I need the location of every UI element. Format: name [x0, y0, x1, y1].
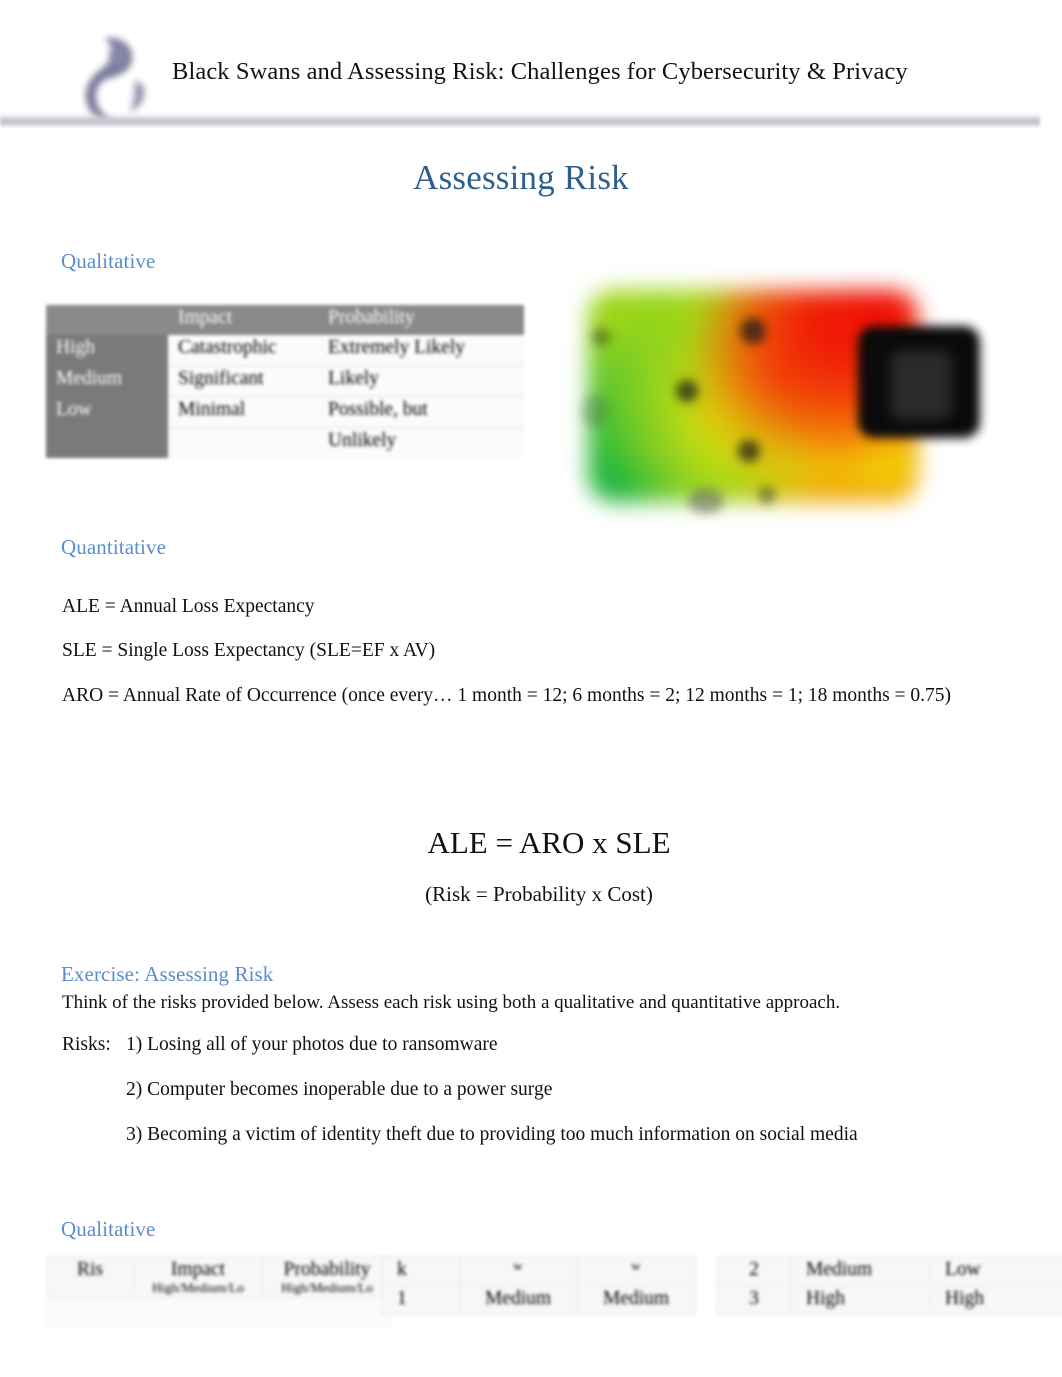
heatmap-data-point: [740, 318, 766, 344]
heatmap-black-block-inner: [890, 350, 952, 420]
heatmap-data-point: [758, 486, 776, 504]
cell-level: [46, 427, 168, 458]
table-header-blank: [46, 305, 168, 335]
cell-empty[interactable]: [46, 1297, 134, 1328]
section-heading-qualitative: Qualitative: [61, 249, 156, 273]
table-header-impact: Impact: [168, 305, 318, 335]
cell-impact: Catastrophic: [168, 335, 318, 366]
table-header-row: Impact Probability: [46, 305, 524, 335]
heatmap-data-point: [592, 328, 610, 346]
document-header: Black Swans and Assessing Risk: Challeng…: [0, 0, 1062, 132]
cell-impact: Significant: [168, 365, 318, 397]
cell-impact: [168, 427, 318, 458]
formula-secondary: (Risk = Probability x Cost): [425, 882, 653, 906]
definition-sle: SLE = Single Loss Expectancy (SLE=EF x A…: [62, 640, 436, 661]
cell-risk-number[interactable]: 1: [382, 1285, 460, 1315]
header-divider-rule: [0, 112, 1040, 128]
qualitative-matrix-table: Impact Probability High Catastrophic Ext…: [46, 305, 524, 458]
cell-risk-number[interactable]: 3: [716, 1285, 792, 1315]
header-cell-probability: Probability High/Medium/Lo: [262, 1255, 392, 1299]
cell-impact-value[interactable]: High: [791, 1285, 931, 1315]
cell-level: Medium: [46, 365, 168, 397]
cell-probability: Possible, but: [318, 396, 524, 428]
table-header-probability: Probability: [318, 305, 524, 335]
table-header-row: Ris Impact High/Medium/Lo Probability Hi…: [46, 1255, 392, 1299]
table-row: Low Minimal Possible, but: [46, 396, 524, 428]
cell-probability-value[interactable]: Low: [930, 1256, 1062, 1286]
risk-item: 1) Losing all of your photos due to rans…: [126, 1034, 498, 1055]
cell-probability: Likely: [318, 365, 524, 397]
formula-primary: ALE = ARO x SLE: [427, 825, 671, 860]
table-row: Medium Significant Likely: [46, 365, 524, 397]
header-probability-fragment: w: [631, 1258, 641, 1273]
cell-probability-value[interactable]: High: [930, 1285, 1062, 1315]
cell-probability-value[interactable]: Medium: [576, 1285, 696, 1315]
exercise-table-left: Ris Impact High/Medium/Lo Probability Hi…: [46, 1255, 392, 1328]
table-row: [46, 1297, 392, 1328]
cell-risk-number[interactable]: 2: [716, 1256, 792, 1286]
header-cell-impact: Impact High/Medium/Lo: [133, 1255, 263, 1299]
risk-item: 3) Becoming a victim of identity theft d…: [126, 1124, 858, 1145]
cell-impact: Minimal: [168, 396, 318, 428]
header-cell-risk: Ris: [46, 1255, 134, 1299]
risk-item: 2) Computer becomes inoperable due to a …: [126, 1079, 553, 1100]
definition-ale: ALE = Annual Loss Expectancy: [62, 596, 315, 617]
table-row: High Catastrophic Extremely Likely: [46, 335, 524, 366]
heatmap-data-point: [676, 380, 698, 402]
cell-probability: Unlikely: [318, 427, 524, 458]
header-cell-risk-fragment: k: [382, 1256, 460, 1286]
table-row: 3 High High: [716, 1285, 1062, 1315]
section-heading-exercise: Exercise: Assessing Risk: [61, 962, 274, 986]
header-cell-impact-fragment: w: [459, 1256, 577, 1286]
header-probability-label: Probability: [283, 1259, 371, 1280]
table-header-row: k w w: [382, 1256, 696, 1286]
heatmap-data-point: [582, 394, 608, 428]
cell-level: Low: [46, 396, 168, 428]
header-cell-probability-fragment: w: [576, 1256, 696, 1286]
cell-empty[interactable]: [262, 1297, 392, 1328]
cell-empty[interactable]: [133, 1297, 263, 1328]
header-impact-fragment: w: [513, 1258, 523, 1273]
header-impact-label: Impact: [170, 1259, 226, 1280]
definition-aro: ARO = Annual Rate of Occurrence (once ev…: [62, 685, 952, 706]
exercise-instructions: Think of the risks provided below. Asses…: [62, 992, 841, 1013]
exercise-table-right: 2 Medium Low 3 High High: [716, 1256, 1062, 1315]
cell-impact-value[interactable]: Medium: [459, 1285, 577, 1315]
table-row: Unlikely: [46, 427, 524, 458]
table-row: 1 Medium Medium: [382, 1285, 696, 1315]
cell-level: High: [46, 335, 168, 366]
section-heading-qualitative-exercise: Qualitative: [61, 1217, 156, 1241]
table-row: 2 Medium Low: [716, 1256, 1062, 1286]
header-impact-sublabel: High/Medium/Lo: [152, 1280, 244, 1295]
risk-heatmap-image: [560, 278, 1000, 530]
page-title: Assessing Risk: [413, 158, 629, 197]
cell-impact-value[interactable]: Medium: [791, 1256, 931, 1286]
heatmap-data-point: [738, 440, 760, 462]
risks-label: Risks:: [62, 1034, 111, 1055]
exercise-table-middle: k w w 1 Medium Medium: [382, 1256, 696, 1315]
section-heading-quantitative: Quantitative: [61, 535, 167, 559]
cell-probability: Extremely Likely: [318, 335, 524, 366]
heatmap-data-point: [688, 488, 724, 514]
header-probability-sublabel: High/Medium/Lo: [281, 1280, 373, 1295]
header-title: Black Swans and Assessing Risk: Challeng…: [172, 58, 908, 85]
